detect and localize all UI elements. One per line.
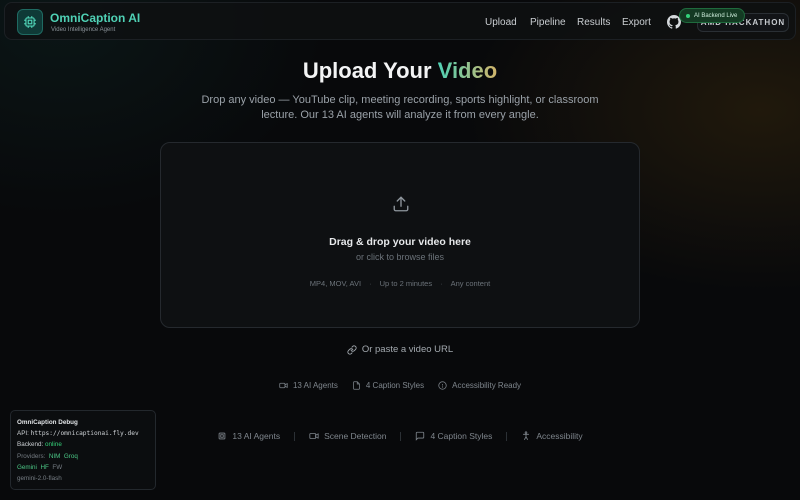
- debug-providers-label: Providers:: [17, 452, 46, 460]
- content-type: Any content: [450, 279, 491, 288]
- nav-link-pipeline[interactable]: Pipeline: [530, 17, 566, 28]
- info-circle-icon: [438, 381, 447, 390]
- debug-providers-row: Gemini HF FW: [17, 462, 149, 473]
- page-title-prefix: Upload Your: [302, 58, 438, 83]
- debug-backend-status: online: [45, 441, 62, 449]
- browse-files-link[interactable]: or click to browse files: [161, 252, 639, 262]
- debug-providers-row: Providers: NIM Groq: [17, 451, 149, 462]
- feature-agents: 13 AI Agents: [279, 381, 338, 390]
- accessibility-icon: [523, 431, 530, 440]
- video-icon: [309, 433, 319, 439]
- capability-agents: 13 AI Agents: [217, 431, 280, 441]
- capability-label: Accessibility: [536, 431, 583, 441]
- capability-label: 4 Caption Styles: [430, 431, 493, 441]
- video-dropzone[interactable]: Drag & drop your video here or click to …: [160, 142, 640, 328]
- debug-model: gemini-2.0-flash: [17, 475, 62, 483]
- provider-badge: Gemini: [17, 463, 37, 471]
- provider-badge: NIM: [48, 452, 61, 460]
- feature-label: 4 Caption Styles: [365, 381, 425, 390]
- debug-panel: OmniCaption Debug API: https://omnicapti…: [10, 410, 156, 490]
- provider-badge: Groq: [63, 452, 78, 460]
- page-title-accent: Video: [437, 58, 498, 83]
- link-icon: [347, 344, 357, 355]
- capability-scene-detection: Scene Detection: [309, 431, 386, 441]
- video-icon: [279, 382, 288, 389]
- meta-separator: ·: [440, 279, 443, 288]
- feature-label: Accessibility Ready: [452, 381, 522, 390]
- backend-status-pill: AI Backend Live: [679, 8, 746, 23]
- brand-name[interactable]: OmniCaption AI: [50, 11, 140, 25]
- paste-url-label: Or paste a video URL: [361, 344, 454, 355]
- dropzone-title: Drag & drop your video here: [329, 236, 471, 248]
- capability-accessibility: Accessibility: [521, 431, 583, 441]
- nav-link-results[interactable]: Results: [577, 17, 610, 28]
- debug-title: OmniCaption Debug: [17, 419, 78, 426]
- debug-api-label: API:: [17, 430, 29, 438]
- backend-status-label: AI Backend Live: [694, 12, 738, 19]
- duration-limit: Up to 2 minutes: [379, 279, 433, 288]
- feature-highlights: 13 AI Agents 4 Caption Styles Accessibil…: [0, 381, 800, 390]
- document-icon: [353, 381, 360, 390]
- feature-caption-styles: 4 Caption Styles: [352, 381, 424, 390]
- debug-api-row: API: https://omnicaptionai.fly.dev: [17, 428, 149, 439]
- debug-backend-label: Backend:: [17, 441, 44, 449]
- capability-label: 13 AI Agents: [232, 431, 281, 441]
- page-description: Drop any video — YouTube clip, meeting r…: [201, 94, 599, 121]
- provider-badge: FW: [52, 463, 63, 471]
- divider: [294, 431, 296, 441]
- divider: [400, 431, 402, 441]
- top-navbar: OmniCaption AI Video Intelligence Agent …: [4, 2, 796, 40]
- capability-label: Scene Detection: [324, 431, 387, 441]
- debug-api-url[interactable]: https://omnicaptionai.fly.dev: [31, 430, 139, 437]
- dropzone-meta: MP4, MOV, AVI · Up to 2 minutes · Any co…: [161, 279, 639, 288]
- logo-icon[interactable]: [17, 9, 43, 35]
- status-dot-icon: [686, 13, 690, 18]
- feature-label: 13 AI Agents: [292, 381, 338, 390]
- feature-accessibility: Accessibility Ready: [438, 381, 521, 390]
- page-title: Upload Your Video: [0, 58, 800, 84]
- provider-badge: HF: [40, 463, 49, 471]
- meta-separator: ·: [369, 279, 372, 288]
- capability-caption-styles: 4 Caption Styles: [415, 431, 492, 441]
- debug-backend-row: Backend: online: [17, 439, 149, 450]
- supported-formats: MP4, MOV, AVI: [309, 279, 362, 288]
- nav-link-export[interactable]: Export: [622, 17, 651, 28]
- chip-icon: [219, 432, 226, 440]
- paste-url-button[interactable]: Or paste a video URL: [0, 344, 800, 355]
- upload-icon: [387, 190, 415, 218]
- divider: [506, 431, 508, 441]
- brand-tagline: Video Intelligence Agent: [51, 27, 116, 33]
- chat-bubble-icon: [416, 431, 425, 441]
- nav-link-upload[interactable]: Upload: [485, 17, 517, 28]
